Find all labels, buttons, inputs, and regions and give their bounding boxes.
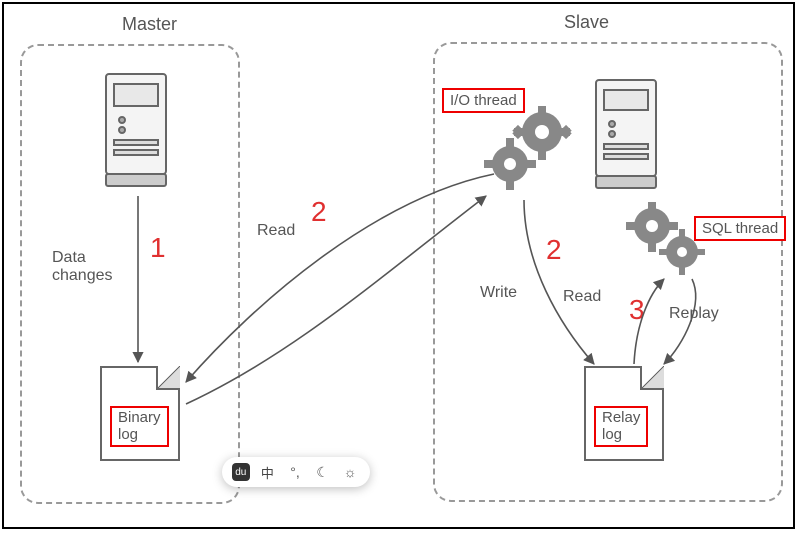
read-label-1: Read xyxy=(257,222,295,240)
floating-toolbar: du 中 °, ☾ ☼ xyxy=(222,457,370,487)
slave-title: Slave xyxy=(564,12,609,33)
baidu-icon[interactable]: du xyxy=(232,463,250,481)
diagram-canvas: Master Slave xyxy=(2,2,795,529)
ime-toggle-icon[interactable]: 中 xyxy=(257,462,277,482)
io-thread-gears-icon xyxy=(484,106,584,201)
read-label-2: Read xyxy=(563,288,601,306)
sql-thread-gears-icon xyxy=(624,202,714,287)
punctuation-icon[interactable]: °, xyxy=(285,462,305,482)
master-server-icon xyxy=(100,66,178,199)
relay-log-label: Relay log xyxy=(594,406,648,447)
step-number-2a: 2 xyxy=(311,196,327,228)
slave-server-icon xyxy=(590,74,668,201)
moon-icon[interactable]: ☾ xyxy=(313,462,333,482)
write-label: Write xyxy=(480,284,517,302)
binary-log-label: Binary log xyxy=(110,406,169,447)
step-number-3: 3 xyxy=(629,294,645,326)
step-number-2b: 2 xyxy=(546,234,562,266)
sun-icon[interactable]: ☼ xyxy=(340,462,360,482)
binary-log-doc: Binary log xyxy=(100,366,180,461)
io-thread-label: I/O thread xyxy=(442,88,525,113)
relay-log-doc: Relay log xyxy=(584,366,664,461)
replay-label: Replay xyxy=(669,305,719,323)
data-changes-label: Data changes xyxy=(52,249,113,286)
master-title: Master xyxy=(122,14,177,35)
step-number-1: 1 xyxy=(150,232,166,264)
sql-thread-label: SQL thread xyxy=(694,216,786,241)
